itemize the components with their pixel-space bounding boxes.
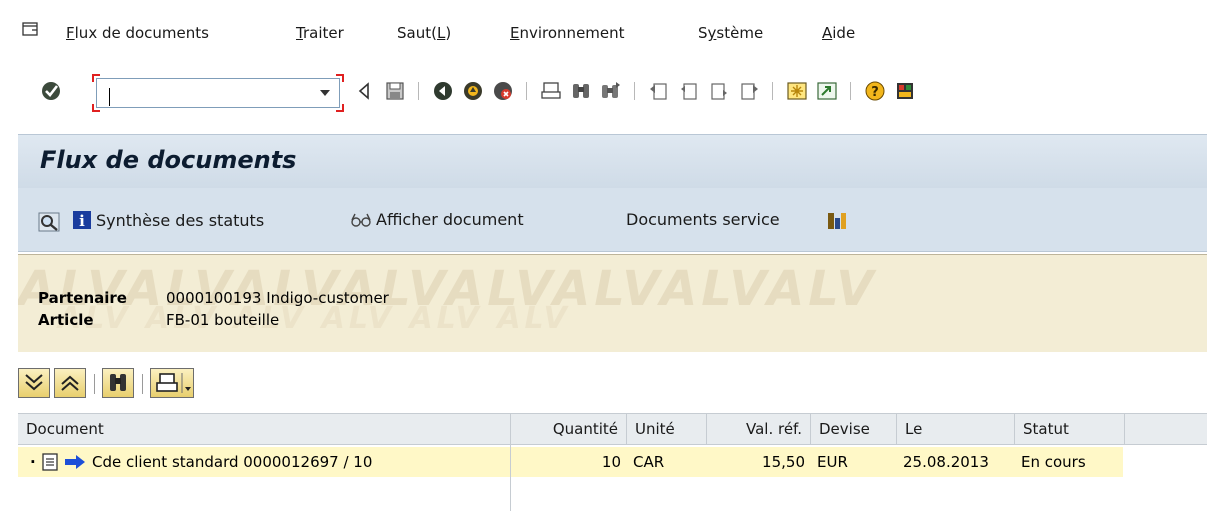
display-document-label: Afficher document xyxy=(376,210,524,229)
document-icon xyxy=(42,453,58,471)
document-flow-grid: Document Quantité Unité Val. réf. Devise… xyxy=(18,413,1207,511)
cancel-icon[interactable] xyxy=(492,80,514,102)
binoculars-icon xyxy=(110,374,126,391)
back-triangle-icon[interactable] xyxy=(354,80,376,102)
toolbar-separator xyxy=(94,374,95,394)
find-next-icon[interactable] xyxy=(600,80,622,102)
collapse-all-icon xyxy=(61,375,79,391)
shortcut-icon[interactable] xyxy=(816,80,838,102)
article-row: Article FB-01 bouteille xyxy=(38,311,279,329)
print-icon xyxy=(156,373,191,393)
back-icon[interactable] xyxy=(432,80,454,102)
menu-aide[interactable]: Aide xyxy=(822,24,855,42)
column-header-document[interactable]: Document xyxy=(18,414,511,444)
collapse-all-button[interactable] xyxy=(54,368,86,398)
command-field[interactable] xyxy=(92,74,344,112)
toolbar-separator xyxy=(142,374,143,394)
column-header-currency[interactable]: Devise xyxy=(811,414,897,444)
glasses-icon xyxy=(351,213,371,227)
column-header-status[interactable]: Statut xyxy=(1015,414,1125,444)
status-cell: En cours xyxy=(1021,453,1086,471)
service-documents-button[interactable]: Documents service xyxy=(626,210,780,229)
chevron-down-icon[interactable] xyxy=(320,90,330,96)
find-icon[interactable] xyxy=(570,80,592,102)
unit-cell: CAR xyxy=(633,453,665,471)
partner-value: 0000100193 Indigo-customer xyxy=(166,289,389,307)
customize-layout-icon[interactable] xyxy=(894,80,916,102)
display-document-button[interactable]: Afficher document xyxy=(350,210,524,229)
toolbar-separator xyxy=(850,82,851,100)
page-title: Flux de documents xyxy=(40,146,297,174)
column-header-date[interactable]: Le xyxy=(897,414,1015,444)
last-page-icon[interactable] xyxy=(738,80,760,102)
alv-toolbar xyxy=(18,368,278,400)
document-cell[interactable]: Cde client standard 0000012697 / 10 xyxy=(86,447,510,477)
info-icon: i xyxy=(73,211,91,230)
expand-all-button[interactable] xyxy=(18,368,50,398)
status-overview-label: Synthèse des statuts xyxy=(96,210,265,230)
create-session-icon[interactable] xyxy=(786,80,808,102)
previous-page-icon[interactable] xyxy=(678,80,700,102)
arrow-right-icon xyxy=(65,455,85,469)
article-label: Article xyxy=(38,311,94,329)
partner-row: Partenaire 0000100193 Indigo-customer xyxy=(38,289,389,307)
toolbar-separator xyxy=(634,82,635,100)
magnifier-icon[interactable] xyxy=(38,212,60,232)
focus-bracket xyxy=(92,104,100,112)
first-page-icon[interactable] xyxy=(648,80,670,102)
currency-cell: EUR xyxy=(817,453,848,471)
column-header-quantity[interactable]: Quantité xyxy=(511,414,627,444)
column-header-unit[interactable]: Unité xyxy=(627,414,707,444)
service-documents-label: Documents service xyxy=(626,210,780,229)
toolbar-separator xyxy=(772,82,773,100)
alv-header: ALVALVALVALVALVALVALVALV ALV ALV ALV ALV… xyxy=(18,254,1207,352)
focus-bracket xyxy=(336,104,344,112)
focus-bracket xyxy=(92,74,100,82)
hierarchy-icon[interactable] xyxy=(826,210,848,232)
toolbar-separator xyxy=(526,82,527,100)
ref-value-cell: 15,50 xyxy=(762,453,805,471)
menu-bar: Flux de documents Traiter Saut(L) Enviro… xyxy=(0,0,1207,58)
article-value: FB-01 bouteille xyxy=(166,311,280,329)
menu-saut[interactable]: Saut(L) xyxy=(397,24,451,42)
enter-icon[interactable] xyxy=(40,80,62,102)
exit-icon[interactable] xyxy=(462,80,484,102)
status-overview-button[interactable]: i Synthèse des statuts xyxy=(72,210,264,230)
tree-bullet-icon: · xyxy=(30,453,36,471)
print-preview-button[interactable] xyxy=(150,368,194,398)
grid-header: Document Quantité Unité Val. réf. Devise… xyxy=(18,413,1207,445)
expand-all-icon xyxy=(25,374,43,391)
system-menu-icon[interactable] xyxy=(22,22,38,36)
partner-label: Partenaire xyxy=(38,289,127,307)
text-cursor xyxy=(109,88,110,106)
save-icon[interactable] xyxy=(384,80,406,102)
command-input[interactable] xyxy=(96,78,340,108)
quantity-cell: 10 xyxy=(601,453,621,471)
menu-flux-documents[interactable]: Flux de documents xyxy=(66,24,209,42)
svg-text:?: ? xyxy=(871,85,879,100)
menu-systeme[interactable]: Système xyxy=(698,24,763,42)
print-icon[interactable] xyxy=(540,80,562,102)
next-page-icon[interactable] xyxy=(708,80,730,102)
menu-traiter[interactable]: Traiter xyxy=(296,24,344,42)
help-icon[interactable]: ? xyxy=(864,80,886,102)
column-header-ref-value[interactable]: Val. réf. xyxy=(707,414,811,444)
screen-title-bar: Flux de documents xyxy=(18,134,1207,188)
menu-environnement[interactable]: Environnement xyxy=(510,24,625,42)
focus-bracket xyxy=(336,74,344,82)
date-cell: 25.08.2013 xyxy=(903,453,989,471)
toolbar-separator xyxy=(418,82,419,100)
table-row-content: · Cde client standard 0000012697 / 10 10… xyxy=(18,447,1123,477)
find-button[interactable] xyxy=(102,368,134,398)
application-toolbar: i Synthèse des statuts Afficher document… xyxy=(18,188,1207,252)
svg-text:i: i xyxy=(79,212,85,230)
